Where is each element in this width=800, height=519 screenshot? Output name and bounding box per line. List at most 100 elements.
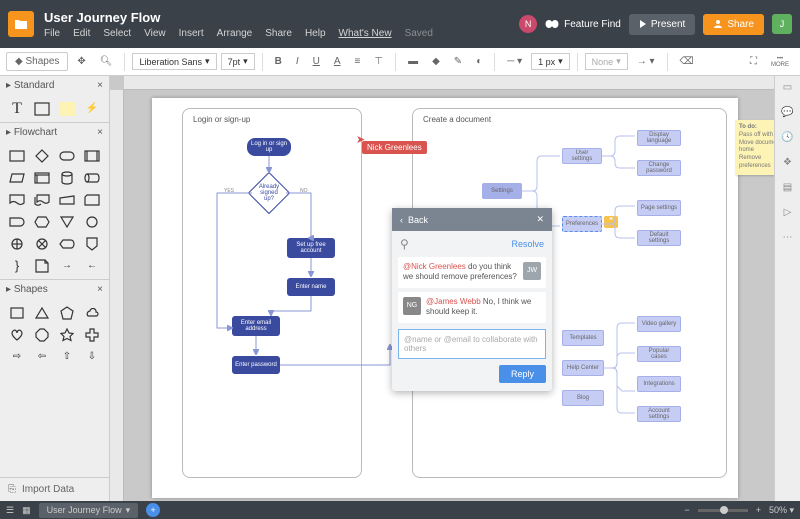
node-page-settings[interactable]: Page settings xyxy=(637,200,681,216)
shape-oct[interactable] xyxy=(31,325,53,344)
fullscreen-icon[interactable]: ⛶ xyxy=(745,53,762,70)
panel-flowchart[interactable]: ▸ Flowchart× xyxy=(0,123,109,142)
comments-icon[interactable]: 💬 xyxy=(781,107,793,118)
import-data-button[interactable]: ⎘Import Data xyxy=(0,477,109,501)
shape-doc[interactable] xyxy=(6,190,28,209)
more-icon[interactable]: ⋯ xyxy=(783,232,793,243)
menu-select[interactable]: Select xyxy=(103,28,131,39)
shadow-button[interactable]: ◐ xyxy=(471,53,487,70)
shape-note[interactable] xyxy=(59,102,75,116)
shape-al[interactable]: ⇦ xyxy=(31,347,53,366)
underline-button[interactable]: U xyxy=(308,53,325,70)
font-size-select[interactable]: 7pt ▾ xyxy=(221,53,255,70)
italic-button[interactable]: I xyxy=(291,53,304,70)
shape-bolt[interactable]: ⚡ xyxy=(81,99,103,118)
shape-direct[interactable] xyxy=(81,168,103,187)
shape-heart[interactable] xyxy=(6,325,28,344)
font-select[interactable]: Liberation Sans ▾ xyxy=(132,53,216,70)
comment-message[interactable]: @Nick Greenlees do you think we should r… xyxy=(398,257,546,288)
menu-view[interactable]: View xyxy=(144,28,166,39)
node-account[interactable]: Account settings xyxy=(637,406,681,422)
reply-button[interactable]: Reply xyxy=(499,365,546,383)
more-button[interactable]: •••MORE xyxy=(766,53,794,71)
menu-insert[interactable]: Insert xyxy=(179,28,204,39)
shape-arrow-l[interactable]: ← xyxy=(81,256,103,275)
shape-predefined[interactable] xyxy=(81,146,103,165)
shape-text[interactable]: T xyxy=(6,99,28,118)
pin-icon[interactable]: ⚲ xyxy=(400,237,409,251)
history-icon[interactable]: 🕓 xyxy=(781,132,793,143)
shape-rect[interactable] xyxy=(6,146,28,165)
user-avatar[interactable]: J xyxy=(772,14,792,34)
layers-icon[interactable]: ❖ xyxy=(783,157,792,168)
shape-block[interactable] xyxy=(31,99,53,118)
shape-offpage[interactable] xyxy=(81,234,103,253)
zoom-in-button[interactable]: + xyxy=(756,505,761,515)
comment-marker[interactable]: ❝ xyxy=(604,216,618,228)
pencil-icon[interactable]: ✎ xyxy=(449,53,467,70)
shape-sum[interactable] xyxy=(31,234,53,253)
shape-cloud[interactable] xyxy=(81,303,103,322)
shape-manual[interactable] xyxy=(56,190,78,209)
node-preferences[interactable]: Preferences xyxy=(562,216,602,232)
menu-help[interactable]: Help xyxy=(305,28,326,39)
bold-button[interactable]: B xyxy=(270,53,287,70)
node-blog[interactable]: Blog xyxy=(562,390,604,406)
shape-display[interactable] xyxy=(56,234,78,253)
shape-or[interactable] xyxy=(6,234,28,253)
shape-ar[interactable]: ⇨ xyxy=(6,347,28,366)
zoom-slider[interactable] xyxy=(698,509,748,512)
shape-db[interactable] xyxy=(56,168,78,187)
folder-icon[interactable] xyxy=(8,11,34,37)
shape-arrow-r[interactable]: → xyxy=(56,256,78,275)
shape-diamond[interactable] xyxy=(31,146,53,165)
back-button[interactable]: ‹ Back xyxy=(400,215,428,225)
menu-whats-new[interactable]: What's New xyxy=(339,28,392,39)
shape-data[interactable] xyxy=(6,168,28,187)
node-display-lang[interactable]: Display language xyxy=(637,130,681,146)
zoom-out-button[interactable]: − xyxy=(684,505,689,515)
clear-format-button[interactable]: ⌫ xyxy=(675,53,699,70)
panel-shapes[interactable]: ▸ Shapes× xyxy=(0,280,109,299)
align-button[interactable]: ≡ xyxy=(350,53,366,70)
node-name[interactable]: Enter name xyxy=(287,278,335,296)
shape-card[interactable] xyxy=(81,190,103,209)
shape-tri[interactable] xyxy=(31,303,53,322)
shape-note2[interactable] xyxy=(31,256,53,275)
shape-star[interactable] xyxy=(56,325,78,344)
node-settings[interactable]: Settings xyxy=(482,183,522,199)
shape-au[interactable]: ⇧ xyxy=(56,347,78,366)
shape-pent[interactable] xyxy=(56,303,78,322)
page-icon[interactable]: ▭ xyxy=(783,82,792,93)
shape-connector[interactable] xyxy=(81,212,103,231)
menu-file[interactable]: File xyxy=(44,28,60,39)
node-integrations[interactable]: Integrations xyxy=(637,376,681,392)
close-icon[interactable]: × xyxy=(97,127,103,138)
pointer-icon[interactable]: ✥ xyxy=(72,53,90,70)
panel-standard[interactable]: ▸ Standard× xyxy=(0,76,109,95)
present-button[interactable]: Present xyxy=(629,14,695,35)
node-default-settings[interactable]: Default settings xyxy=(637,230,681,246)
shape-terminator[interactable] xyxy=(56,146,78,165)
line-width-select[interactable]: 1 px ▾ xyxy=(531,53,570,70)
shape-multidoc[interactable] xyxy=(31,190,53,209)
play-icon[interactable]: ▷ xyxy=(784,207,792,218)
node-setup[interactable]: Set up free account xyxy=(287,238,335,258)
comment-message[interactable]: NG @James Webb No, I think we should kee… xyxy=(398,292,546,323)
collaborator-avatar[interactable]: N xyxy=(519,15,537,33)
fill-button[interactable]: ▬ xyxy=(403,53,423,70)
node-user-settings[interactable]: User settings xyxy=(562,148,602,164)
canvas-area[interactable]: Login or sign-up Log in or sign up Alrea… xyxy=(110,76,774,501)
page-tab[interactable]: User Journey Flow ▾ xyxy=(39,503,139,518)
close-icon[interactable]: ✕ xyxy=(536,214,544,225)
resolve-button[interactable]: Resolve xyxy=(511,239,544,249)
shape-hex[interactable] xyxy=(31,212,53,231)
node-templates[interactable]: Templates xyxy=(562,330,604,346)
zoom-level[interactable]: 50% ▾ xyxy=(769,505,794,516)
share-button[interactable]: Share xyxy=(703,14,764,35)
close-icon[interactable]: × xyxy=(97,80,103,91)
search-icon[interactable]: 🔍︎ xyxy=(95,53,118,70)
node-video[interactable]: Video gallery xyxy=(637,316,681,332)
shape-cross[interactable] xyxy=(81,325,103,344)
text-options-button[interactable]: ⊤ xyxy=(369,53,388,70)
